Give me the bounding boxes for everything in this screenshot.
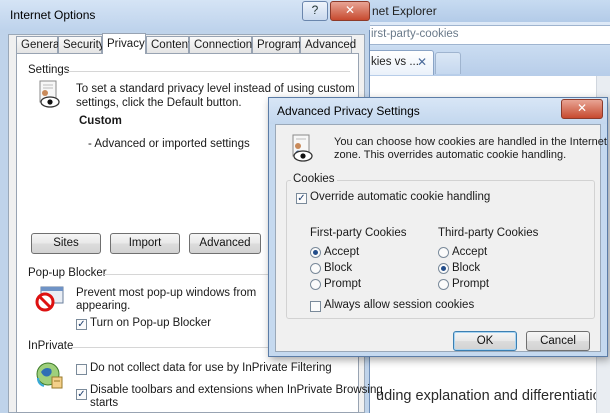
disable-toolbars-label-line2[interactable]: starts bbox=[90, 396, 118, 410]
privacy-level-name: Custom bbox=[79, 115, 122, 127]
tab-privacy[interactable]: Privacy bbox=[102, 33, 146, 54]
help-button[interactable]: ? bbox=[302, 1, 328, 21]
tab-programs[interactable]: Programs bbox=[252, 36, 307, 53]
page-body-text: uding explanation and differentiation be… bbox=[376, 388, 610, 404]
popup-blocker-icon bbox=[35, 286, 65, 312]
popup-blocker-header: Pop-up Blocker bbox=[28, 267, 107, 279]
privacy-document-icon bbox=[36, 80, 64, 110]
tab-general[interactable]: General bbox=[16, 36, 62, 53]
third-party-prompt-label[interactable]: Prompt bbox=[452, 278, 489, 290]
do-not-collect-data-label[interactable]: Do not collect data for use by InPrivate… bbox=[90, 362, 332, 374]
new-tab-button[interactable] bbox=[435, 52, 461, 74]
checkmark-icon: ✓ bbox=[77, 319, 86, 330]
first-party-block-radio[interactable] bbox=[310, 263, 321, 274]
close-tab-icon[interactable]: ✕ bbox=[417, 55, 427, 69]
aps-description-line1: You can choose how cookies are handled i… bbox=[334, 136, 607, 148]
first-party-block-label[interactable]: Block bbox=[324, 262, 352, 274]
always-allow-session-cookies-label[interactable]: Always allow session cookies bbox=[324, 299, 474, 311]
settings-description-line2: settings, click the Default button. bbox=[76, 97, 242, 109]
first-party-prompt-label[interactable]: Prompt bbox=[324, 278, 361, 290]
browser-title: net Explorer bbox=[372, 4, 437, 18]
do-not-collect-data-checkbox[interactable] bbox=[76, 364, 87, 375]
close-button[interactable]: ✕ bbox=[561, 99, 603, 119]
popup-blocker-divider bbox=[104, 274, 272, 275]
third-party-prompt-radio[interactable] bbox=[438, 279, 449, 290]
aps-description-line2: zone. This overrides automatic cookie ha… bbox=[334, 149, 567, 161]
turn-on-popup-blocker-label[interactable]: Turn on Pop-up Blocker bbox=[90, 317, 211, 329]
override-cookie-handling-label[interactable]: Override automatic cookie handling bbox=[310, 191, 490, 203]
inprivate-header: InPrivate bbox=[28, 340, 74, 352]
tab-connections[interactable]: Connections bbox=[189, 36, 258, 53]
third-party-block-label[interactable]: Block bbox=[452, 262, 480, 274]
inprivate-divider bbox=[72, 347, 272, 348]
first-party-header: First-party Cookies bbox=[310, 227, 407, 239]
turn-on-popup-blocker-checkbox[interactable]: ✓ bbox=[76, 319, 87, 330]
third-party-accept-radio[interactable] bbox=[438, 247, 449, 258]
privacy-level-detail: - Advanced or imported settings bbox=[88, 138, 250, 150]
popup-description-line2: appearing. bbox=[76, 300, 131, 312]
tab-security[interactable]: Security bbox=[58, 36, 105, 53]
advanced-button[interactable]: Advanced bbox=[189, 233, 261, 254]
checkmark-icon: ✓ bbox=[297, 193, 306, 204]
settings-description-line1: To set a standard privacy level instead … bbox=[76, 83, 355, 95]
popup-description-line1: Prevent most pop-up windows from bbox=[76, 287, 257, 299]
third-party-block-radio[interactable] bbox=[438, 263, 449, 274]
cancel-button[interactable]: Cancel bbox=[526, 331, 590, 351]
third-party-header: Third-party Cookies bbox=[438, 227, 539, 239]
address-input[interactable]: irst-party-cookies bbox=[366, 25, 610, 45]
ok-button[interactable]: OK bbox=[453, 331, 517, 351]
settings-divider bbox=[66, 71, 350, 72]
import-button[interactable]: Import bbox=[110, 233, 180, 254]
settings-header: Settings bbox=[28, 64, 70, 76]
third-party-accept-label[interactable]: Accept bbox=[452, 246, 487, 258]
tab-content[interactable]: Content bbox=[146, 36, 191, 53]
sites-button[interactable]: Sites bbox=[31, 233, 101, 254]
dialog-title: Internet Options bbox=[10, 8, 96, 22]
browser-tab[interactable]: kies vs ... ✕ bbox=[366, 50, 434, 75]
override-cookie-handling-checkbox[interactable]: ✓ bbox=[296, 193, 307, 204]
cookies-group-title: Cookies bbox=[291, 173, 337, 185]
first-party-prompt-radio[interactable] bbox=[310, 279, 321, 290]
disable-toolbars-checkbox[interactable]: ✓ bbox=[76, 389, 87, 400]
radio-selected-dot bbox=[313, 250, 318, 255]
inprivate-icon bbox=[34, 360, 64, 390]
radio-selected-dot bbox=[441, 266, 446, 271]
close-button[interactable]: ✕ bbox=[330, 1, 370, 21]
browser-tab-label: kies vs ... bbox=[371, 56, 419, 68]
first-party-accept-label[interactable]: Accept bbox=[324, 246, 359, 258]
first-party-accept-radio[interactable] bbox=[310, 247, 321, 258]
privacy-document-icon bbox=[290, 134, 316, 164]
checkmark-icon: ✓ bbox=[77, 389, 86, 400]
dialog-title: Advanced Privacy Settings bbox=[277, 104, 420, 118]
tab-advanced[interactable]: Advanced bbox=[300, 36, 356, 53]
address-text: irst-party-cookies bbox=[371, 28, 459, 40]
disable-toolbars-label-line1[interactable]: Disable toolbars and extensions when InP… bbox=[90, 383, 383, 397]
always-allow-session-cookies-checkbox[interactable] bbox=[310, 301, 321, 312]
